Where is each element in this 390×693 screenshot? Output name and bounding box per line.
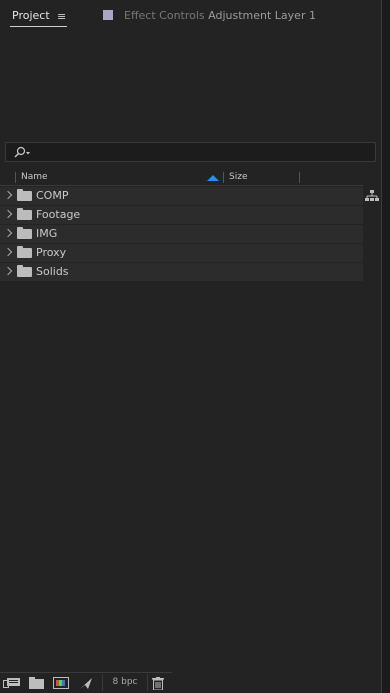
panel-tab-bar: Project ≡ Effect Controls Adjustment Lay… — [0, 0, 390, 32]
active-tab-indicator — [10, 26, 67, 27]
column-size[interactable]: Size — [229, 172, 247, 182]
folder-icon — [17, 265, 32, 277]
render-queue-icon[interactable] — [79, 677, 93, 690]
column-name[interactable]: Name — [21, 172, 48, 182]
new-folder-icon[interactable] — [29, 677, 44, 689]
item-label: Proxy — [36, 246, 67, 259]
tab-effect-controls-layer: Adjustment Layer 1 — [208, 9, 316, 22]
search-icon — [14, 146, 30, 158]
bit-depth-button[interactable]: 8 bpc — [102, 674, 148, 691]
tab-effect-controls-label: Effect Controls — [124, 9, 205, 22]
item-label: COMP — [36, 189, 69, 202]
chevron-right-icon[interactable] — [3, 266, 13, 276]
folder-icon — [17, 246, 32, 258]
chevron-right-icon[interactable] — [3, 209, 13, 219]
folder-icon — [17, 189, 32, 201]
bottom-toolbar: 8 bpc — [0, 672, 172, 693]
menu-icon[interactable]: ≡ — [57, 10, 66, 23]
panel-edge — [381, 0, 390, 693]
trash-icon[interactable] — [152, 677, 164, 690]
column-divider[interactable] — [299, 172, 300, 183]
column-header: Name Size — [0, 170, 363, 186]
list-item[interactable]: COMP — [0, 187, 363, 205]
tab-effect-controls[interactable]: Effect Controls Adjustment Layer 1 — [124, 9, 316, 22]
sort-ascending-icon[interactable] — [207, 175, 219, 181]
column-divider[interactable] — [223, 172, 224, 183]
list-item[interactable]: Footage — [0, 206, 363, 224]
layer-color-swatch — [103, 10, 113, 20]
list-item[interactable]: IMG — [0, 225, 363, 243]
interpret-footage-icon[interactable] — [3, 677, 21, 689]
item-label: IMG — [36, 227, 58, 240]
chevron-right-icon[interactable] — [3, 247, 13, 257]
project-item-list: COMP Footage IMG Proxy Solids — [0, 187, 363, 282]
chevron-right-icon[interactable] — [3, 228, 13, 238]
flowchart-icon[interactable] — [365, 189, 379, 203]
folder-icon — [17, 227, 32, 239]
item-label: Solids — [36, 265, 69, 278]
list-item[interactable]: Proxy — [0, 244, 363, 262]
search-input[interactable] — [5, 142, 376, 162]
chevron-right-icon[interactable] — [3, 190, 13, 200]
folder-icon — [17, 208, 32, 220]
item-label: Footage — [36, 208, 81, 221]
list-item[interactable]: Solids — [0, 263, 363, 281]
column-divider[interactable] — [15, 172, 16, 183]
new-composition-icon[interactable] — [53, 677, 69, 689]
tab-project[interactable]: Project — [12, 9, 50, 22]
